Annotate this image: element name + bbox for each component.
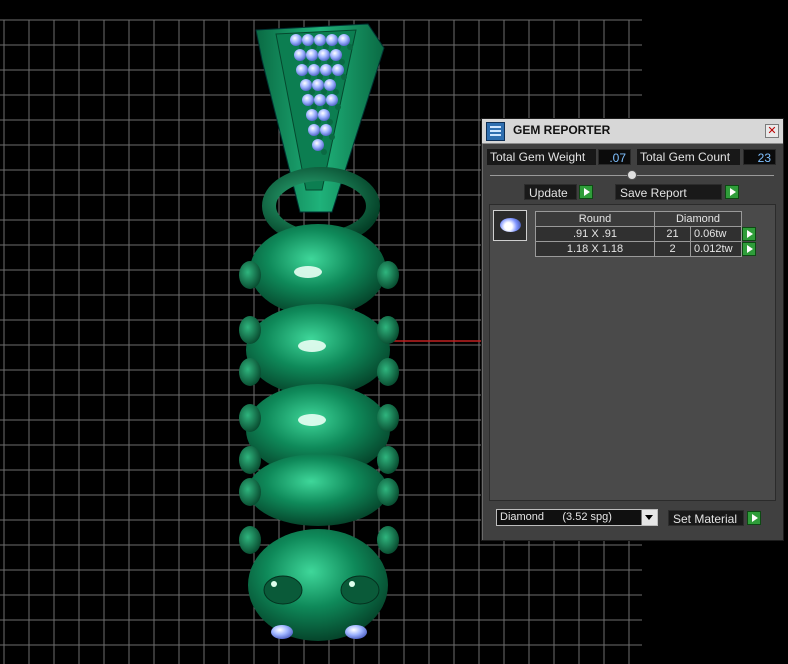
total-gem-weight-label: Total Gem Weight (487, 149, 596, 165)
prong (309, 89, 315, 95)
total-gem-count-label: Total Gem Count (637, 149, 740, 165)
prong (303, 59, 309, 65)
pendant-model (239, 23, 399, 641)
gem-table: Round Diamond .91 X .91 21 0.06tw 1.18 X… (535, 211, 757, 257)
close-icon[interactable]: ✕ (765, 124, 779, 138)
save-report-button[interactable]: Save Report (615, 184, 722, 200)
total-gem-count-value: 23 (743, 149, 776, 165)
row-select-icon[interactable] (742, 242, 756, 256)
prong (335, 104, 341, 110)
pave-gem (320, 64, 332, 76)
pave-gem (300, 79, 312, 91)
prong (321, 89, 327, 95)
panel-titlebar[interactable]: GEM REPORTER ✕ (482, 119, 783, 144)
pave-gem (330, 49, 342, 61)
gem-size: 1.18 X 1.18 (535, 241, 655, 257)
divider-knob[interactable] (627, 170, 637, 180)
gem-reporter-panel: GEM REPORTER ✕ Total Gem Weight .07 Tota… (481, 118, 784, 541)
panel-title: GEM REPORTER (513, 123, 611, 137)
pave-gem (308, 124, 320, 136)
pave-gem (326, 34, 338, 46)
material-select-value: Diamond (3.52 spg) (500, 511, 612, 523)
gem-count: 2 (654, 241, 691, 257)
prong (315, 59, 321, 65)
pave-gem (318, 109, 330, 121)
gem-reporter-app-icon (486, 122, 505, 141)
prong (327, 59, 333, 65)
table-row: .91 X .91 21 0.06tw (535, 226, 757, 242)
update-go-icon[interactable] (579, 185, 593, 199)
pave-gem (294, 49, 306, 61)
pave-gem (324, 79, 336, 91)
set-material-go-icon[interactable] (747, 511, 761, 525)
material-header: Diamond (654, 211, 742, 227)
prong (333, 89, 339, 95)
table-row: 1.18 X 1.18 2 0.012tw (535, 241, 757, 257)
set-material-button[interactable]: Set Material (668, 510, 744, 526)
cut-header: Round (535, 211, 655, 227)
pave-gem (314, 94, 326, 106)
pave-gem (312, 79, 324, 91)
prong (341, 74, 347, 80)
pave-gem (308, 64, 320, 76)
total-gem-weight-value: .07 (598, 149, 631, 165)
prong (329, 134, 335, 140)
pave-gem (314, 34, 326, 46)
gem-size: .91 X .91 (535, 226, 655, 242)
pave-gem (326, 94, 338, 106)
pave-gem (290, 34, 302, 46)
gem-count: 21 (654, 226, 691, 242)
gem-weight: 0.012tw (690, 241, 742, 257)
pave-gem (306, 109, 318, 121)
prong (339, 59, 345, 65)
update-button[interactable]: Update (524, 184, 577, 200)
pave-gem (312, 139, 324, 151)
pave-gem (306, 49, 318, 61)
pave-gem (302, 34, 314, 46)
round-gem-icon (493, 210, 527, 241)
pave-gem (332, 64, 344, 76)
pave-gem (318, 49, 330, 61)
prong (347, 44, 353, 50)
pave-gem (296, 64, 308, 76)
chevron-down-icon[interactable] (641, 510, 657, 525)
row-select-icon[interactable] (742, 227, 756, 241)
pave-gem (320, 124, 332, 136)
prong (315, 119, 321, 125)
pave-gem (302, 94, 314, 106)
material-select[interactable]: Diamond (3.52 spg) (496, 509, 658, 526)
gem-weight: 0.06tw (690, 226, 742, 242)
prong (327, 119, 333, 125)
prong (321, 149, 327, 155)
save-report-go-icon[interactable] (725, 185, 739, 199)
gem-list-area: Round Diamond .91 X .91 21 0.06tw 1.18 X… (489, 204, 776, 501)
pave-gem (338, 34, 350, 46)
